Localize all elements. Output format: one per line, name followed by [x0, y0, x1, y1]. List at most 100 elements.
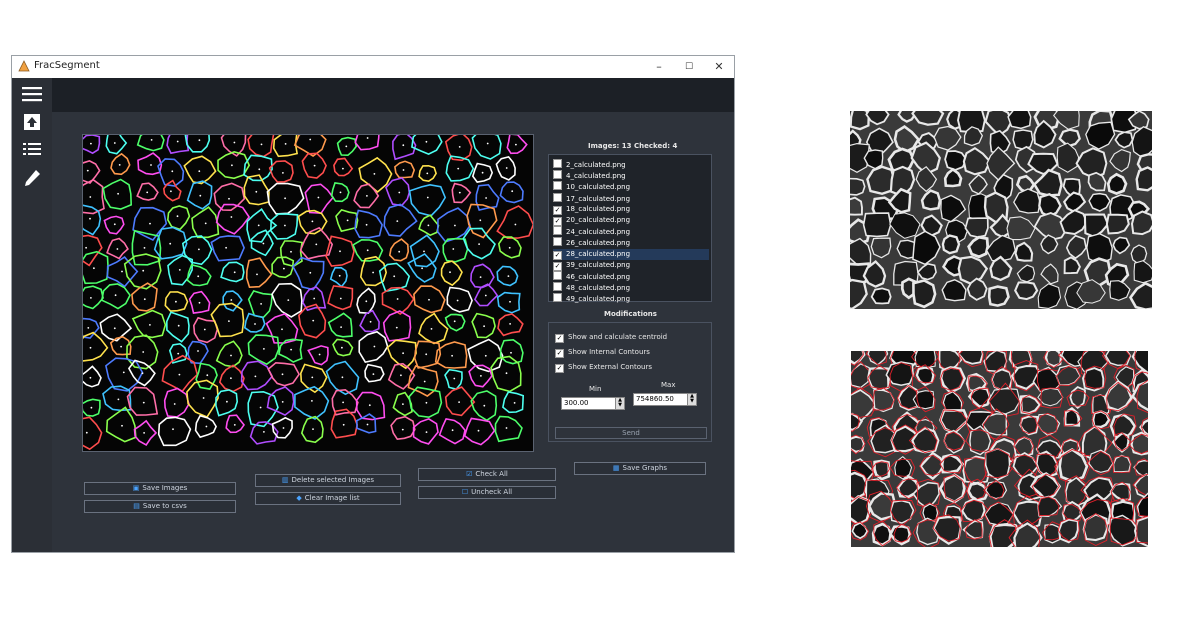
- hamburger-menu-icon[interactable]: [20, 84, 44, 104]
- list-item[interactable]: 48_calculated.png: [553, 282, 709, 293]
- grain-contour: [364, 363, 385, 383]
- save-graphs-button[interactable]: ▦ Save Graphs: [574, 462, 706, 475]
- centroid-dot: [484, 354, 487, 357]
- grain-contour: [181, 235, 213, 266]
- list-item[interactable]: 24_calculated.png: [553, 226, 709, 237]
- save-images-button[interactable]: ▣ Save Images: [84, 482, 236, 495]
- centroid-dot: [260, 143, 263, 146]
- centroid-dot: [284, 197, 286, 200]
- list-item[interactable]: 17_calculated.png: [553, 192, 709, 204]
- centroid-dot: [225, 246, 228, 249]
- send-button[interactable]: Send: [555, 427, 707, 439]
- checkbox-icon[interactable]: [553, 293, 562, 303]
- list-item[interactable]: 2_calculated.png: [553, 159, 709, 170]
- centroid-dot: [505, 427, 508, 429]
- list-item[interactable]: 49_calculated.png: [553, 293, 709, 304]
- list-item[interactable]: 4_calculated.png: [553, 170, 709, 181]
- centroid-dot: [283, 267, 285, 270]
- centroid-dot: [282, 172, 284, 174]
- checkbox-icon[interactable]: [553, 271, 562, 280]
- dimple: [850, 196, 863, 216]
- maximize-button[interactable]: ☐: [674, 58, 704, 76]
- checkbox-icon[interactable]: [553, 181, 562, 191]
- list-item-label: 2_calculated.png: [566, 161, 626, 169]
- delete-selected-button[interactable]: ▥ Delete selected Images: [255, 474, 401, 487]
- list-item[interactable]: ✓ 20_calculated.png: [553, 215, 709, 226]
- max-spinbox[interactable]: 754860.50 ▲ ▼: [633, 393, 697, 406]
- list-item-label: 48_calculated.png: [566, 284, 631, 293]
- centroid-dot: [341, 376, 344, 379]
- checkbox-checked-icon[interactable]: ✓: [555, 364, 564, 373]
- centroid-dot: [169, 242, 172, 245]
- centroid-dot: [402, 352, 404, 355]
- centroid-dot: [150, 139, 153, 141]
- centroid-dot: [398, 250, 401, 253]
- check-all-button[interactable]: ☑ Check All: [418, 468, 556, 481]
- checkbox-checked-icon[interactable]: ✓: [553, 261, 562, 271]
- centroid-dot: [342, 167, 344, 170]
- grain-contour: [131, 282, 158, 312]
- list-icon[interactable]: [20, 140, 44, 160]
- list-item[interactable]: ✓ 28_calculated.png: [553, 248, 709, 260]
- grain-contour: [136, 135, 165, 152]
- min-spinbox[interactable]: 300.00 ▲ ▼: [561, 397, 625, 410]
- grain-contour: [327, 312, 353, 338]
- centroid-dot: [282, 427, 285, 429]
- image-list[interactable]: 2_calculated.png 4_calculated.png 10_calcu…: [548, 154, 712, 304]
- list-item[interactable]: 26_calculated.png: [553, 237, 709, 248]
- centroid-dot: [171, 170, 174, 173]
- centroid-dot: [366, 137, 369, 139]
- centroid-dot: [505, 372, 508, 375]
- list-item[interactable]: 10_calculated.png: [553, 181, 709, 192]
- centroid-dot: [89, 217, 91, 220]
- centroid-dot: [402, 169, 405, 171]
- checkbox-checked-icon[interactable]: ✓: [555, 334, 564, 343]
- option-external-contours[interactable]: ✓ Show External Contours: [555, 363, 652, 373]
- upload-icon[interactable]: [20, 112, 44, 132]
- close-button[interactable]: ✕: [704, 58, 734, 76]
- dimple: [1130, 210, 1152, 236]
- grain-contour: [225, 414, 246, 434]
- dimple: [1082, 513, 1108, 542]
- grain-contour: [418, 312, 449, 345]
- checkbox-icon[interactable]: [553, 170, 562, 180]
- list-item[interactable]: ✓ 39_calculated.png: [553, 260, 709, 271]
- centroid-dot: [425, 401, 428, 404]
- centroid-dot: [402, 403, 404, 405]
- centroid-dot: [478, 243, 480, 245]
- checkbox-checked-icon[interactable]: ✓: [553, 250, 562, 260]
- grain-contour: [499, 181, 524, 204]
- centroid-dot: [402, 144, 405, 147]
- clear-list-button[interactable]: ◆ Clear Image list: [255, 492, 401, 505]
- sem-micrograph-segmented: [851, 351, 1148, 547]
- grain-contour: [327, 285, 354, 311]
- checkbox-icon[interactable]: [553, 159, 562, 168]
- button-label: Save Images: [142, 484, 188, 492]
- checkbox-checked-icon[interactable]: ✓: [553, 217, 562, 226]
- checkbox-icon[interactable]: [553, 237, 562, 247]
- checkbox-checked-icon[interactable]: ✓: [553, 205, 562, 215]
- pencil-icon[interactable]: [20, 168, 44, 188]
- checkbox-checked-icon[interactable]: ✓: [555, 349, 564, 358]
- checkbox-icon[interactable]: [553, 282, 562, 292]
- list-item-label: 20_calculated.png: [566, 216, 631, 224]
- list-item[interactable]: ✓ 18_calculated.png: [553, 204, 709, 215]
- spin-arrows-icon[interactable]: ▲ ▼: [615, 398, 624, 409]
- centroid-dot: [458, 401, 460, 403]
- centroid-dot: [452, 248, 455, 250]
- save-csvs-button[interactable]: ▤ Save to csvs: [84, 500, 236, 513]
- spin-arrows-icon[interactable]: ▲ ▼: [687, 394, 696, 405]
- checkbox-icon[interactable]: [553, 226, 562, 236]
- grain-contour: [292, 256, 325, 291]
- grain-contour: [133, 419, 158, 447]
- grain-contour: [271, 282, 303, 318]
- checkbox-icon[interactable]: [553, 192, 562, 202]
- grain-contour: [99, 313, 133, 342]
- list-item[interactable]: 46_calculated.png: [553, 271, 709, 282]
- centroid-dot: [338, 274, 341, 277]
- uncheck-all-button[interactable]: ☐ Uncheck All: [418, 486, 556, 499]
- option-centroid[interactable]: ✓ Show and calculate centroid: [555, 333, 667, 343]
- minimize-button[interactable]: –: [644, 58, 674, 76]
- option-internal-contours[interactable]: ✓ Show Internal Contours: [555, 348, 650, 358]
- option-label: Show Internal Contours: [568, 348, 650, 356]
